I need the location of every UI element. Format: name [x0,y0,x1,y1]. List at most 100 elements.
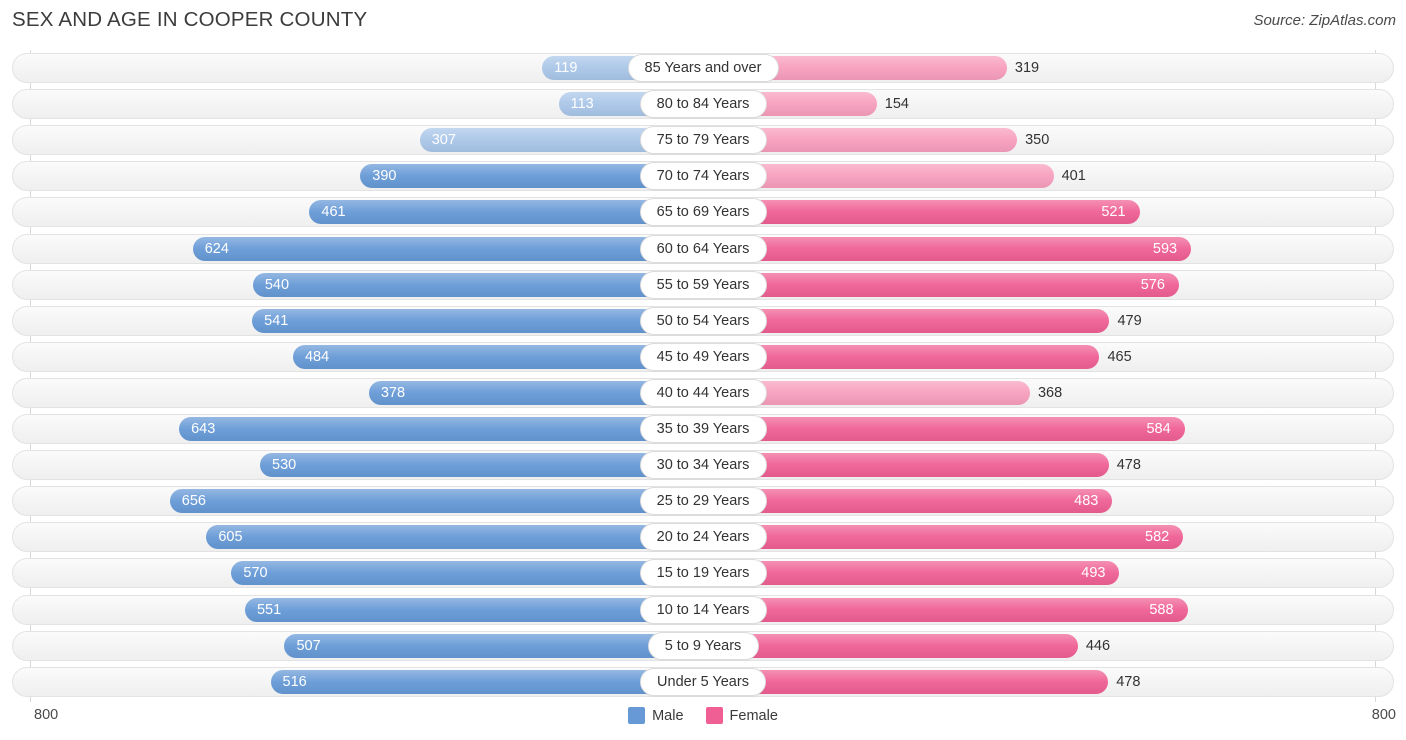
value-label-male: 656 [181,493,206,510]
bar-female [758,272,1179,297]
legend-item-male[interactable]: Male [628,707,684,724]
value-label-male: 307 [431,132,456,149]
age-group-label: 80 to 84 Years [639,90,767,119]
bar-female [758,453,1109,478]
value-label-female: 401 [1061,168,1086,185]
value-label-male: 624 [204,240,229,257]
bar-female [758,380,1030,405]
age-group-label: 50 to 54 Years [639,306,767,335]
bar-female [758,92,877,117]
bar-male [309,200,648,225]
value-label-female: 483 [1074,493,1099,510]
bar-female [770,56,1007,80]
value-label-male: 570 [243,565,268,582]
value-label-male: 461 [321,204,346,221]
table-row: 40 to 44 Years 378 368 [12,377,1394,408]
bar-male [270,669,648,694]
value-label-female: 576 [1140,276,1165,293]
table-row: 20 to 24 Years 605 582 [12,522,1394,553]
bar-male [179,417,648,441]
legend-label: Male [652,707,684,724]
bar-female [758,164,1054,189]
bar-male [169,489,648,514]
age-group-label: 30 to 34 Years [639,451,767,480]
table-row: 10 to 14 Years 551 588 [12,594,1394,625]
page-title: SEX AND AGE IN COOPER COUNTY [12,8,368,31]
age-group-label: 55 to 59 Years [639,270,767,299]
table-row: 55 to 59 Years 540 576 [12,269,1394,300]
age-group-label: 5 to 9 Years [647,631,759,660]
value-label-male: 516 [282,673,307,690]
value-label-male: 378 [380,384,406,401]
value-label-female: 593 [1152,240,1178,257]
value-label-male: 540 [264,276,290,293]
value-label-female: 584 [1146,421,1171,437]
age-group-label: 35 to 39 Years [639,415,767,443]
table-row: Under 5 Years 516 478 [12,666,1394,697]
value-label-female: 478 [1116,457,1141,474]
age-group-label: 15 to 19 Years [639,559,767,588]
bar-female [758,344,1100,369]
bar-male [252,308,648,333]
chart-plot-area: 85 Years and over 119 319 80 to 84 Years 113… [0,50,1406,702]
age-group-label: Under 5 Years [640,667,766,696]
value-label-male: 541 [264,312,289,329]
bar-female [758,561,1120,586]
bar-male [231,561,648,586]
value-label-female: 319 [1014,60,1040,76]
value-label-male: 390 [372,168,397,185]
age-group-label: 75 to 79 Years [639,126,767,155]
legend-item-female[interactable]: Female [705,707,778,724]
table-row: 70 to 74 Years 390 401 [12,161,1394,192]
table-row: 25 to 29 Years 656 483 [12,486,1394,517]
bar-male [284,633,656,658]
legend-swatch-male-icon [628,707,646,724]
bar-female [758,308,1110,333]
value-label-female: 478 [1116,673,1141,690]
table-row: 65 to 69 Years 461 521 [12,197,1394,228]
age-group-label: 60 to 64 Years [639,234,767,263]
bar-female [758,525,1184,550]
value-label-male: 113 [570,96,594,113]
bar-male [292,344,648,369]
bar-female [758,200,1140,225]
table-row: 60 to 64 Years 624 593 [12,233,1394,264]
bar-male [206,525,648,550]
value-label-female: 521 [1101,204,1126,221]
value-label-male: 507 [296,637,321,654]
bar-female [758,597,1188,622]
value-label-male: 605 [218,529,243,546]
bar-female [750,633,1078,658]
value-label-female: 582 [1145,529,1170,546]
age-group-label: 10 to 14 Years [639,595,767,624]
value-label-male: 484 [304,348,330,365]
value-label-female: 154 [884,96,909,113]
table-row: 85 Years and over 119 319 [12,53,1394,83]
bar-female [758,489,1113,514]
bar-female [758,128,1018,153]
legend-label: Female [729,707,778,724]
table-row: 75 to 79 Years 307 350 [12,125,1394,156]
table-row: 45 to 49 Years 484 465 [12,341,1394,372]
chart-header: SEX AND AGE IN COOPER COUNTY Source: Zip… [0,0,1406,44]
value-label-male: 643 [191,421,216,437]
table-row: 30 to 34 Years 530 478 [12,450,1394,481]
chart-legend: Male Female [0,707,1406,724]
value-label-female: 446 [1085,637,1111,654]
age-group-label: 65 to 69 Years [639,198,767,227]
bar-male [360,164,648,189]
value-label-female: 465 [1107,348,1132,365]
table-row: 5 to 9 Years 507 446 [12,630,1394,661]
age-group-label: 20 to 24 Years [639,523,767,552]
bar-female [758,417,1185,441]
age-group-label: 40 to 44 Years [639,378,767,407]
value-label-male: 551 [256,601,282,618]
bar-male [244,597,648,622]
table-row: 50 to 54 Years 541 479 [12,305,1394,336]
source-attribution: Source: ZipAtlas.com [1253,12,1396,29]
value-label-male: 530 [272,457,297,474]
table-row: 80 to 84 Years 113 154 [12,89,1394,120]
age-group-label: 25 to 29 Years [639,487,767,516]
bar-male [192,236,648,261]
bar-male [260,453,648,478]
